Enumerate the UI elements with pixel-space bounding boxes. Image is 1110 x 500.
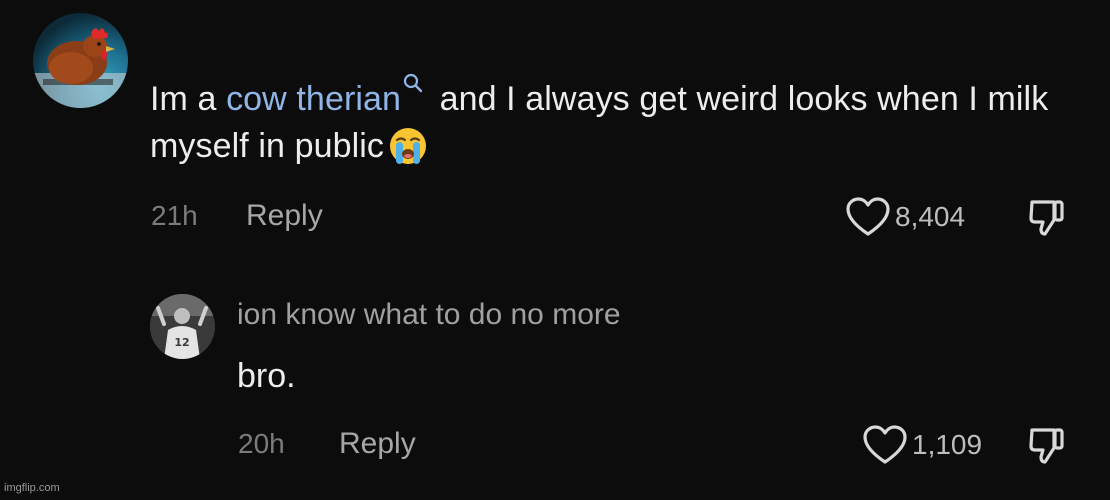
- like-count: 1,109: [912, 429, 983, 460]
- heart-icon: [846, 197, 890, 236]
- comment-text-part: Im a: [150, 80, 227, 118]
- comment-timestamp: 20h: [238, 428, 285, 459]
- heart-icon: [863, 425, 907, 464]
- like-button[interactable]: 1,109: [862, 424, 982, 466]
- reply-button[interactable]: Reply: [339, 427, 416, 461]
- reply-button[interactable]: Reply: [246, 199, 323, 233]
- comment-timestamp: 21h: [151, 200, 198, 231]
- search-link-label: cow therian: [226, 80, 402, 118]
- thumbs-down-icon: [1029, 428, 1064, 464]
- dislike-button[interactable]: [1026, 426, 1066, 471]
- like-count: 8,404: [895, 201, 966, 232]
- watermark: imgflip.com: [4, 482, 60, 494]
- like-button[interactable]: 8,404: [845, 196, 965, 238]
- avatar[interactable]: 12: [150, 294, 215, 359]
- svg-text:12: 12: [174, 336, 189, 349]
- search-link[interactable]: cow therian: [226, 73, 430, 118]
- avatar[interactable]: [33, 13, 128, 108]
- thumbs-down-icon: [1029, 200, 1064, 236]
- chicken-avatar-icon: [33, 28, 128, 108]
- dislike-button[interactable]: [1026, 198, 1066, 243]
- username[interactable]: ion know what to do no more: [237, 298, 621, 332]
- person-jersey-avatar-icon: 12: [150, 294, 215, 359]
- loudly-crying-face-icon: [390, 128, 427, 164]
- search-icon: [403, 73, 423, 93]
- comment-text: Im a cow therian and I always get weird …: [150, 72, 1080, 170]
- comment-text: bro.: [237, 357, 296, 395]
